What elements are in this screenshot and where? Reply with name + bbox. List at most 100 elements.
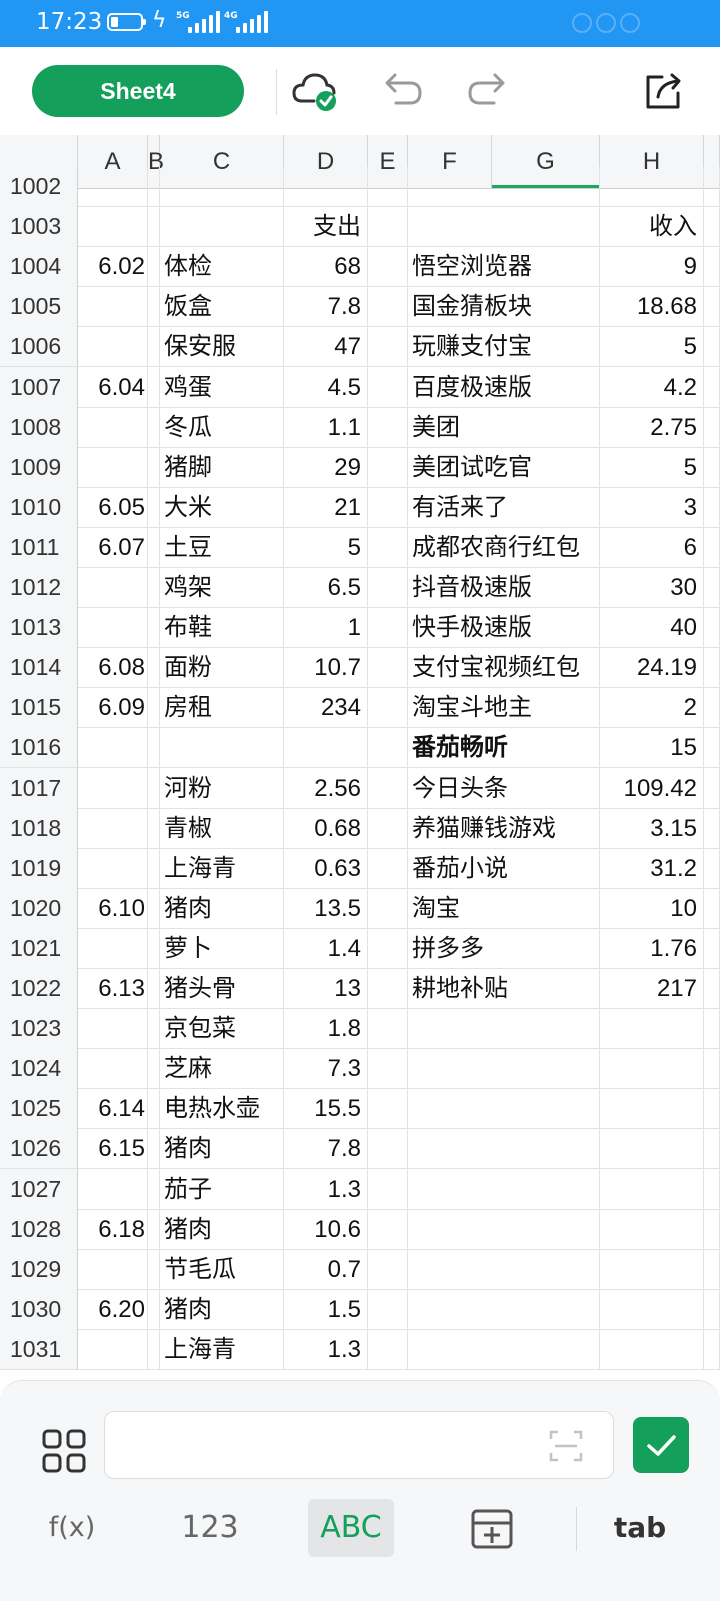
- cell-i[interactable]: [704, 887, 720, 929]
- cell-income-amount[interactable]: 4.2: [600, 366, 704, 408]
- undo-icon[interactable]: [378, 67, 426, 115]
- cell-income-amount[interactable]: 5: [600, 446, 704, 488]
- cell-income-amount[interactable]: 收入: [600, 206, 704, 248]
- cell-g[interactable]: [492, 1008, 600, 1050]
- cell-date[interactable]: [78, 607, 148, 649]
- cell-i[interactable]: [704, 1128, 720, 1170]
- row-number[interactable]: 1026: [0, 1128, 78, 1170]
- cell-i[interactable]: [704, 446, 720, 488]
- cell-g[interactable]: [492, 767, 600, 809]
- tab-key[interactable]: tab: [600, 1499, 680, 1557]
- cell-i[interactable]: [704, 807, 720, 849]
- cell-income-source[interactable]: [408, 1289, 492, 1330]
- cell-income-amount[interactable]: 15: [600, 727, 704, 769]
- cell-income-amount[interactable]: 30: [600, 567, 704, 608]
- cell-expense-item[interactable]: 鸡蛋: [160, 366, 284, 408]
- cell-expense-item[interactable]: 土豆: [160, 526, 284, 568]
- cell-date[interactable]: [78, 1248, 148, 1290]
- row-number[interactable]: 1014: [0, 647, 78, 689]
- cell-income-source[interactable]: 淘宝斗地主: [408, 687, 532, 729]
- cell-i[interactable]: [704, 607, 720, 649]
- cell-e[interactable]: [368, 1168, 408, 1210]
- cell-e[interactable]: [368, 607, 408, 649]
- cell-expense-item[interactable]: 猪脚: [160, 446, 284, 488]
- cell-g[interactable]: [492, 326, 600, 368]
- cell-expense-amount[interactable]: 1.8: [284, 1008, 368, 1050]
- cell-g[interactable]: [492, 486, 600, 528]
- cell-expense-item[interactable]: 猪肉: [160, 1128, 284, 1170]
- cell-e[interactable]: [368, 446, 408, 488]
- cell-expense-item[interactable]: [160, 206, 284, 248]
- cell-date[interactable]: [78, 166, 148, 207]
- cell-income-source[interactable]: [408, 206, 492, 248]
- row-number[interactable]: 1005: [0, 286, 78, 328]
- cell-g[interactable]: [492, 526, 600, 568]
- scan-icon[interactable]: [549, 1430, 583, 1462]
- cell-b[interactable]: [148, 807, 160, 849]
- cell-date[interactable]: [78, 807, 148, 849]
- cell-g[interactable]: [492, 1248, 600, 1290]
- cell-expense-amount[interactable]: 1.3: [284, 1168, 368, 1210]
- cell-e[interactable]: [368, 486, 408, 528]
- row-number[interactable]: 1003: [0, 206, 78, 248]
- cell-date[interactable]: [78, 767, 148, 809]
- cell-e[interactable]: [368, 767, 408, 809]
- cell-expense-amount[interactable]: 13: [284, 968, 368, 1009]
- cell-income-source[interactable]: 今日头条: [408, 768, 508, 809]
- cell-income-amount[interactable]: [600, 1288, 704, 1330]
- cell-e[interactable]: [368, 1048, 408, 1090]
- cell-b[interactable]: [148, 1288, 160, 1330]
- cell-b[interactable]: [148, 406, 160, 448]
- cell-income-source[interactable]: 快手极速版: [408, 607, 532, 649]
- cell-expense-item[interactable]: 芝麻: [160, 1048, 284, 1090]
- cell-expense-amount[interactable]: 7.8: [284, 286, 368, 328]
- cell-b[interactable]: [148, 1208, 160, 1250]
- cell-e[interactable]: [368, 286, 408, 328]
- cell-menu-icon[interactable]: [40, 1427, 88, 1475]
- cell-i[interactable]: [704, 727, 720, 769]
- cell-expense-item[interactable]: 上海青: [160, 1328, 284, 1370]
- cell-income-amount[interactable]: [600, 1168, 704, 1210]
- cell-expense-amount[interactable]: 21: [284, 486, 368, 528]
- cell-i[interactable]: [704, 847, 720, 889]
- cell-date[interactable]: 6.10: [78, 887, 148, 929]
- cell-expense-item[interactable]: 河粉: [160, 767, 284, 809]
- cell-e[interactable]: [368, 206, 408, 248]
- cell-i[interactable]: [704, 767, 720, 809]
- cell-income-source[interactable]: 有活来了: [408, 487, 508, 528]
- cell-b[interactable]: [148, 887, 160, 929]
- cell-g[interactable]: [492, 366, 600, 408]
- cell-income-source[interactable]: 美团: [408, 407, 492, 448]
- row-number[interactable]: 1018: [0, 807, 78, 849]
- cell-income-source[interactable]: [408, 1329, 492, 1370]
- cell-g[interactable]: [492, 1048, 600, 1090]
- cell-b[interactable]: [148, 486, 160, 528]
- cell-g[interactable]: [492, 927, 600, 969]
- row-number[interactable]: 1011: [0, 526, 78, 568]
- cell-i[interactable]: [704, 1048, 720, 1090]
- cell-i[interactable]: [704, 246, 720, 288]
- cell-b[interactable]: [148, 687, 160, 729]
- cell-date[interactable]: [78, 567, 148, 608]
- cell-expense-amount[interactable]: [284, 727, 368, 769]
- row-number[interactable]: 1017: [0, 767, 78, 809]
- cell-income-source[interactable]: [408, 166, 492, 207]
- cell-b[interactable]: [148, 166, 160, 207]
- cell-date[interactable]: [78, 1328, 148, 1370]
- cell-income-amount[interactable]: 10: [600, 887, 704, 929]
- cell-g[interactable]: [492, 647, 600, 689]
- cell-b[interactable]: [148, 1248, 160, 1290]
- cell-date[interactable]: 6.05: [78, 486, 148, 528]
- cell-expense-amount[interactable]: 234: [284, 687, 368, 729]
- cell-income-amount[interactable]: 6: [600, 526, 704, 568]
- cell-i[interactable]: [704, 1168, 720, 1210]
- cell-income-amount[interactable]: 31.2: [600, 847, 704, 889]
- cell-date[interactable]: 6.02: [78, 246, 148, 288]
- cell-income-amount[interactable]: 1.76: [600, 927, 704, 969]
- cell-expense-amount[interactable]: 1.3: [284, 1328, 368, 1370]
- cell-b[interactable]: [148, 847, 160, 889]
- cell-b[interactable]: [148, 607, 160, 649]
- cell-income-source[interactable]: 淘宝: [408, 888, 492, 929]
- cell-g[interactable]: [492, 1208, 600, 1250]
- cell-g[interactable]: [492, 206, 600, 248]
